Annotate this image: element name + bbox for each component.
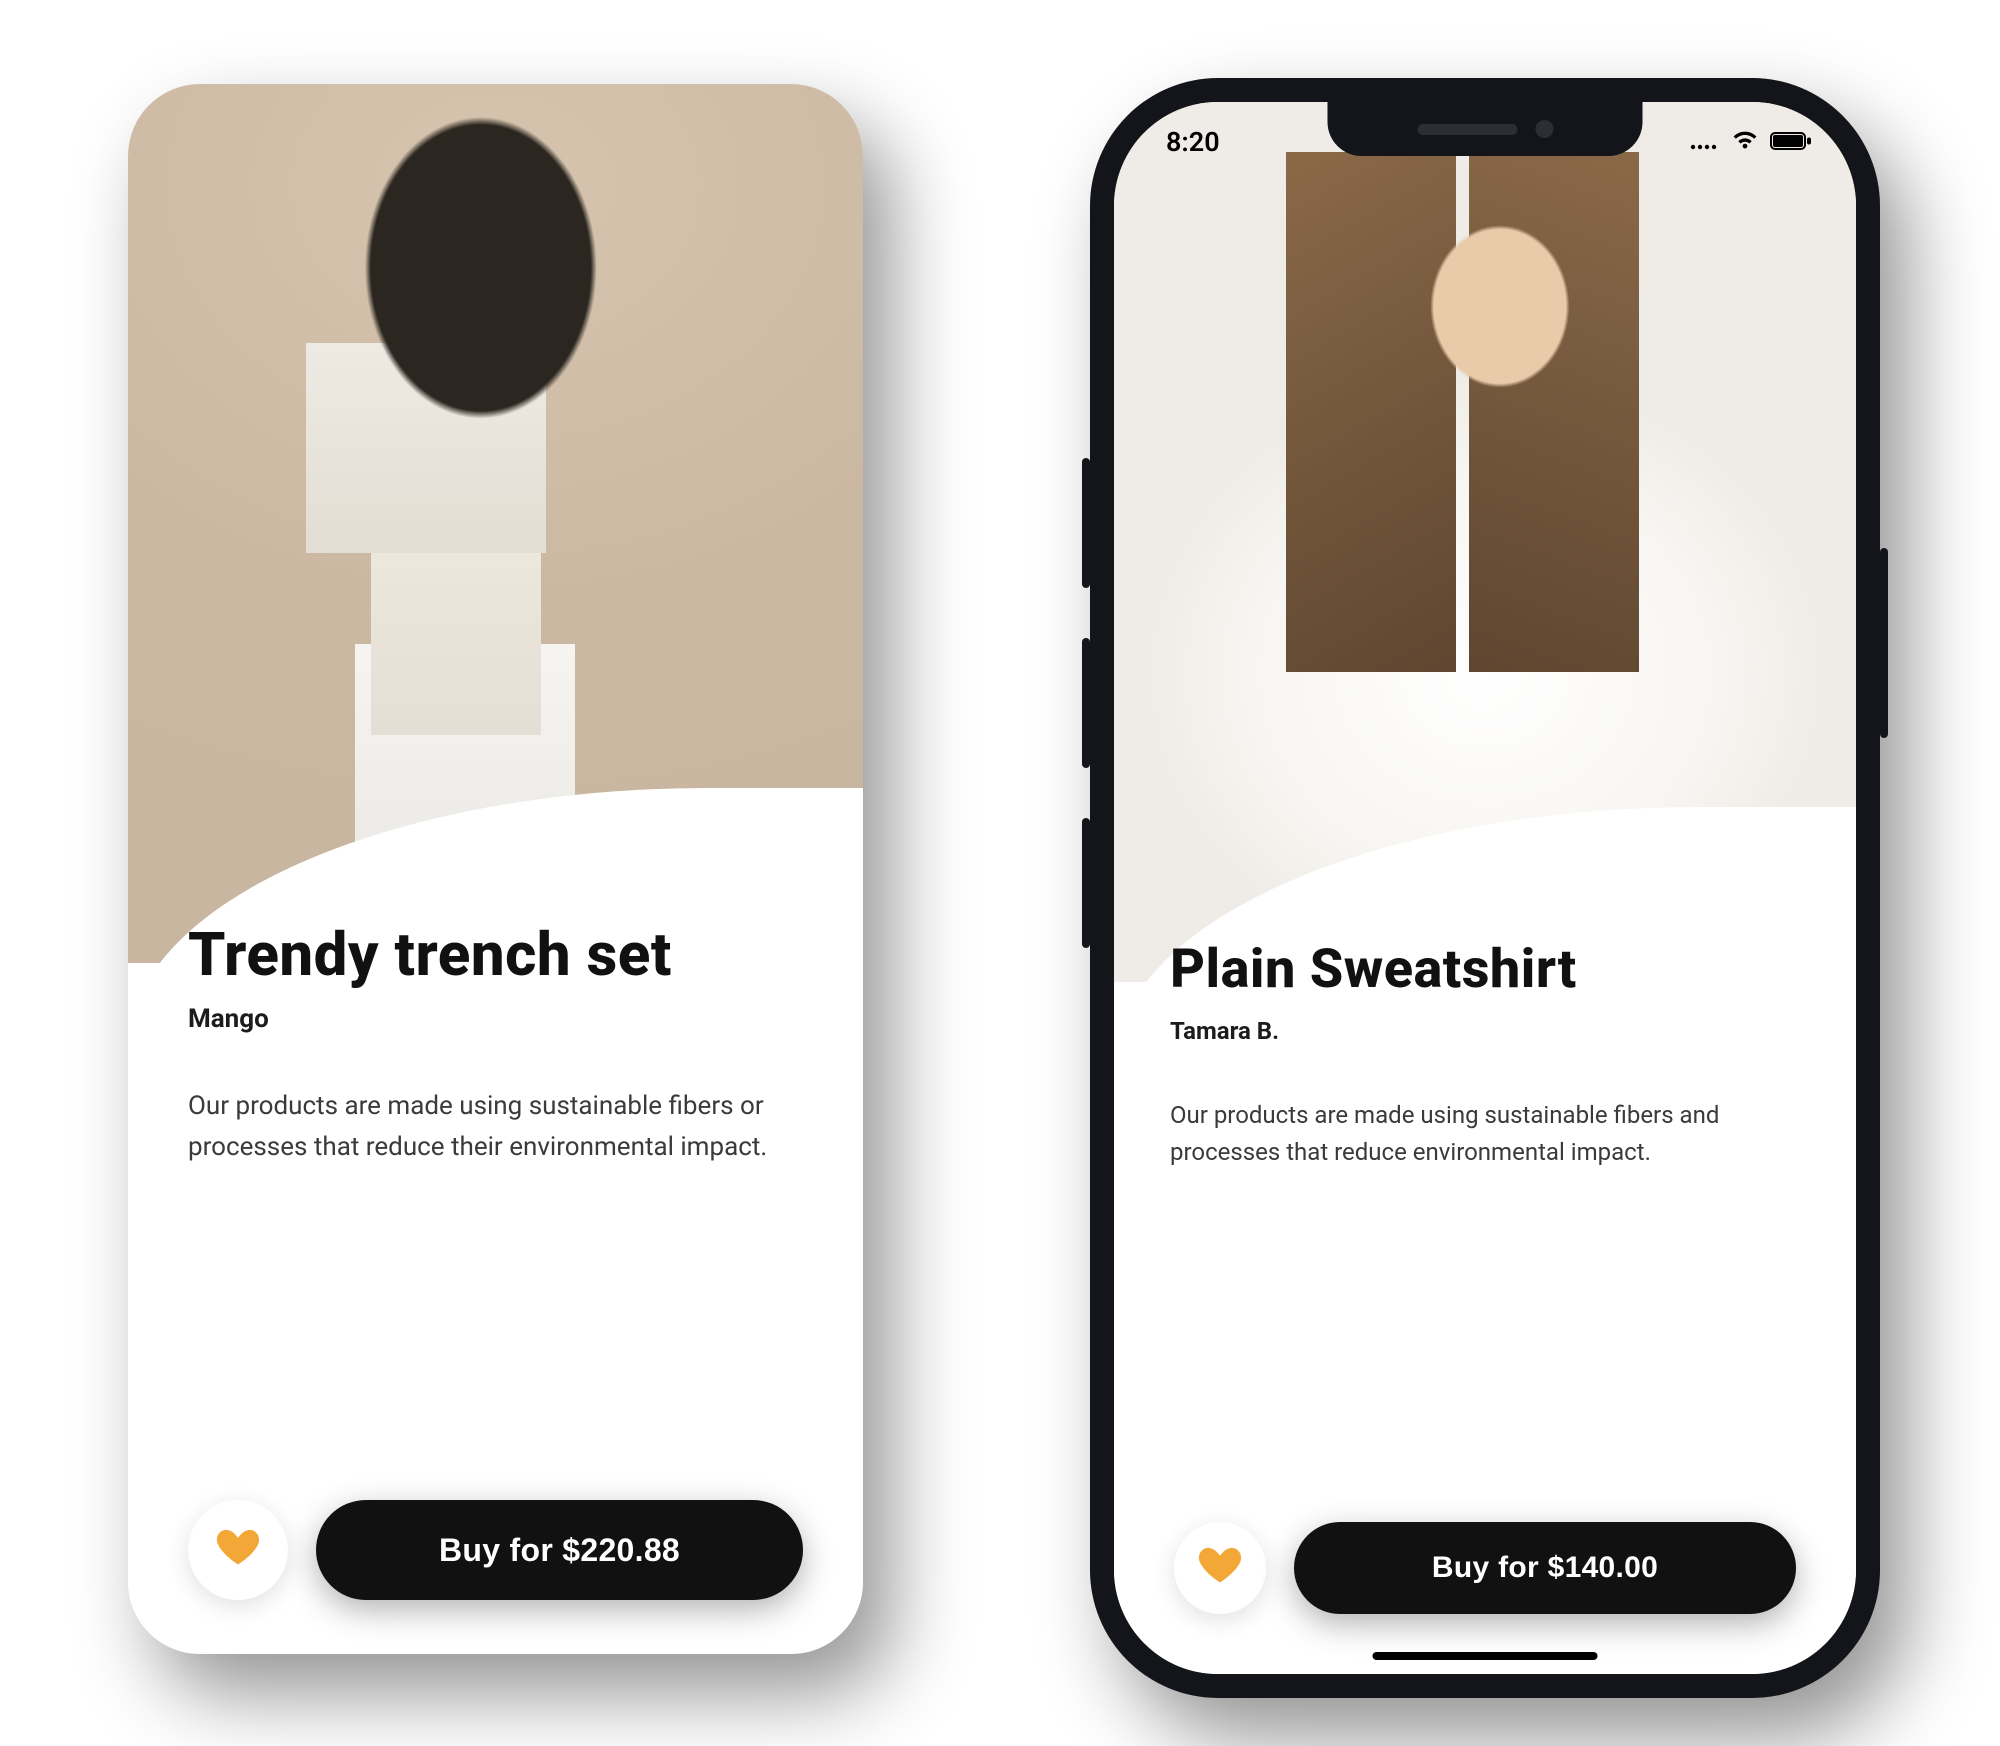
- favorite-button[interactable]: [188, 1500, 288, 1600]
- buy-button[interactable]: Buy for $220.88: [316, 1500, 803, 1600]
- product-card: Trendy trench set Mango Our products are…: [128, 84, 863, 1654]
- favorite-button[interactable]: [1174, 1522, 1266, 1614]
- battery-icon: [1770, 126, 1812, 158]
- detail-sheet: Trendy trench set Mango Our products are…: [128, 963, 863, 1654]
- cellular-signal-icon: [1690, 126, 1720, 158]
- home-indicator[interactable]: [1373, 1652, 1598, 1660]
- product-brand: Mango: [188, 1004, 803, 1034]
- heart-icon: [216, 1526, 260, 1574]
- detail-sheet: Plain Sweatshirt Tamara B. Our products …: [1114, 982, 1856, 1674]
- product-title: Trendy trench set: [188, 923, 803, 986]
- product-brand: Tamara B.: [1170, 1017, 1800, 1045]
- buy-button[interactable]: Buy for $140.00: [1294, 1522, 1796, 1614]
- phone-screen: 8:20 Plain Sweatshirt: [1114, 102, 1856, 1674]
- phone-notch: [1328, 102, 1643, 156]
- wifi-icon: [1730, 126, 1760, 158]
- product-title: Plain Sweatshirt: [1170, 942, 1800, 999]
- status-time: 8:20: [1158, 126, 1220, 158]
- product-description: Our products are made using sustainable …: [188, 1086, 803, 1167]
- heart-icon: [1198, 1544, 1242, 1592]
- product-description: Our products are made using sustainable …: [1170, 1097, 1800, 1171]
- phone-frame: 8:20 Plain Sweatshirt: [1090, 78, 1880, 1698]
